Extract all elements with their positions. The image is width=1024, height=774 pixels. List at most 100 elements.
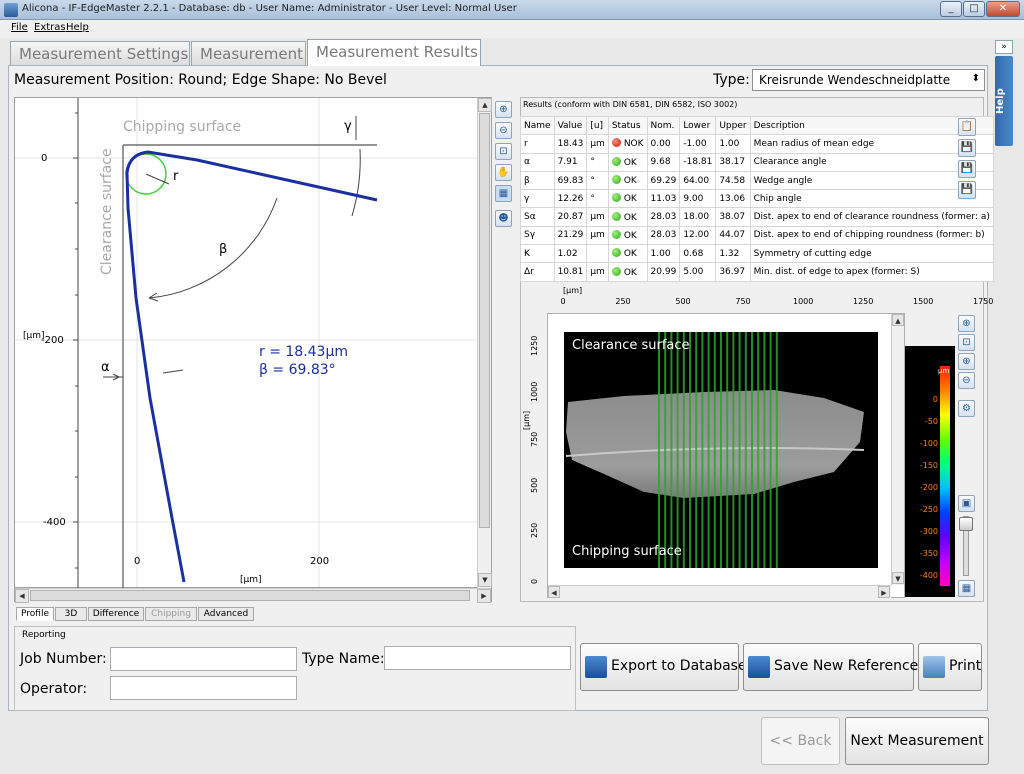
help-tab[interactable]: Help [995,56,1013,146]
view-3d-icon[interactable]: ⊕ [958,315,975,332]
cell-lower: 9.00 [679,189,717,209]
expand-icon[interactable]: » [995,40,1013,54]
col-name[interactable]: Name [520,115,555,136]
table-row[interactable]: K 1.02 OK 1.00 0.68 1.32 Symmetry of cutting e… [520,244,994,264]
cell-unit: ° [586,189,609,209]
scroll-left-icon[interactable]: ◀ [548,586,560,598]
bottom-tab-profile[interactable]: Profile [16,607,54,621]
menu-file[interactable]: File [11,22,28,33]
tab-measurement-settings[interactable]: Measurement Settings [10,41,190,65]
col-description[interactable]: Description [749,115,994,136]
maximize-button[interactable]: □ [963,1,985,17]
fit-image-icon[interactable]: ⊡ [958,334,975,351]
image-zoom-in-icon[interactable]: ⊕ [958,353,975,370]
col-upper[interactable]: Upper [715,115,751,136]
scroll-down-icon[interactable]: ▼ [478,573,492,587]
cell-lower: -1.00 [679,134,717,154]
color-map-icon[interactable]: ▦ [958,580,975,597]
operator-label: Operator: [20,681,88,697]
expand-view-icon[interactable]: ▣ [958,495,975,512]
type-select-value: Kreisrunde Wendeschneidplatte [759,73,951,87]
grid-icon[interactable]: ▦ [495,185,512,202]
col-status[interactable]: Status [607,115,648,136]
next-measurement-button[interactable]: Next Measurement [845,717,989,765]
col-unit[interactable]: [u] [586,115,609,136]
scroll-right-icon[interactable]: ▶ [477,589,491,603]
clipboard-icon[interactable]: 📋 [958,118,976,136]
cell-unit: ° [586,170,609,191]
job-number-field[interactable] [110,647,297,671]
color-settings-icon[interactable]: ⚙ [958,400,975,417]
save-icon[interactable]: 💾 [958,139,976,157]
scroll-right-icon[interactable]: ▶ [878,586,890,598]
scroll-down-icon[interactable]: ▼ [892,572,904,584]
cell-description: Chip angle [749,189,994,209]
table-row[interactable]: γ 12.26 ° OK 11.03 9.00 13.06 Chip angle [520,189,994,209]
image-y-tick: 500 [530,477,539,493]
cell-name: γ [520,189,555,209]
surface-image: Clearance surface Chipping surface [564,332,878,568]
cell-unit [586,244,609,264]
cell-upper: 1.00 [715,134,751,154]
save-new-reference-button[interactable]: Save New Reference [743,643,918,691]
table-row[interactable]: r 18.43 µm NOK 0.00 -1.00 1.00 Mean radius of m… [520,134,994,154]
operator-field[interactable] [110,676,297,700]
scroll-thumb[interactable] [30,590,470,601]
range-slider-handle[interactable] [959,517,973,531]
zoom-out-icon[interactable]: ⊖ [495,122,512,139]
image-view[interactable]: Clearance surface Chipping surface ▲ ▼ ◀… [547,313,905,598]
image-y-unit: [µm] [522,410,531,430]
scroll-thumb[interactable] [479,113,490,528]
status-nok-icon [611,138,621,148]
image-x-tick: 250 [615,297,631,306]
cell-status: OK [607,152,648,172]
zoom-in-icon[interactable]: ⊕ [495,101,512,118]
bottom-tab-chipping[interactable]: Chipping [145,607,197,621]
print-label: Print [949,658,982,674]
back-button[interactable]: << Back [761,717,840,765]
table-row[interactable]: α 7.91 ° OK 9.68 -18.81 38.17 Clearance angle [520,152,994,172]
scroll-up-icon[interactable]: ▲ [892,314,904,326]
scroll-up-icon[interactable]: ▲ [478,98,492,112]
scroll-left-icon[interactable]: ◀ [15,589,29,603]
print-button[interactable]: Print [918,643,982,691]
person-icon[interactable]: ☻ [495,210,512,227]
col-lower[interactable]: Lower [679,115,717,136]
cell-upper: 38.17 [715,152,751,172]
save-as-icon[interactable]: 💾 [958,160,976,178]
close-button[interactable]: ✕ [986,1,1020,17]
profile-vertical-scrollbar[interactable]: ▲ ▼ [477,98,492,588]
export-to-database-button[interactable]: Export to Database [580,643,747,691]
image-zoom-out-icon[interactable]: ⊖ [958,372,975,389]
bottom-tab-difference[interactable]: Difference [88,607,144,621]
cell-unit: µm [586,207,609,227]
table-row[interactable]: Sα 20.87 µm OK 28.03 18.00 38.07 Dist. apex to … [520,207,994,227]
export-icon[interactable]: 💾 [958,181,976,199]
menu-extras[interactable]: Extras [34,22,66,33]
table-row[interactable]: Δr 10.81 µm OK 20.99 5.00 36.97 Min. dist. of e… [520,262,994,282]
printer-icon [923,656,945,678]
image-horizontal-scrollbar[interactable]: ◀ ▶ [548,585,891,598]
table-row[interactable]: β 69.83 ° OK 69.29 64.00 74.58 Wedge angle [520,170,994,191]
bottom-tab-advanced[interactable]: Advanced [198,607,254,621]
tab-measurement[interactable]: Measurement [191,41,306,65]
menu-help[interactable]: Help [66,22,89,33]
type-name-field[interactable] [384,646,571,670]
help-sidebar: » Help [995,40,1013,146]
image-vertical-scrollbar[interactable]: ▲ ▼ [891,314,904,585]
type-select[interactable]: Kreisrunde Wendeschneidplatte ⬍ [752,69,985,91]
cell-upper: 74.58 [715,170,751,191]
profile-view[interactable]: Chipping surface Clearance surface r = 1… [14,97,492,603]
pan-hand-icon[interactable]: ✋ [495,164,512,181]
cell-unit: µm [586,134,609,154]
col-value[interactable]: Value [553,115,588,136]
status-ok-icon [611,229,621,239]
fit-view-icon[interactable]: ⊡ [495,143,512,160]
minimize-button[interactable]: _ [940,1,962,17]
bottom-tab-3d[interactable]: 3D [55,607,87,621]
tab-measurement-results[interactable]: Measurement Results [307,39,481,66]
col-nom[interactable]: Nom. [646,115,681,136]
x-tick: 0 [134,556,141,567]
table-row[interactable]: Sγ 21.29 µm OK 28.03 12.00 44.07 Dist. apex to … [520,225,994,246]
profile-horizontal-scrollbar[interactable]: ◀ ▶ [15,588,491,603]
